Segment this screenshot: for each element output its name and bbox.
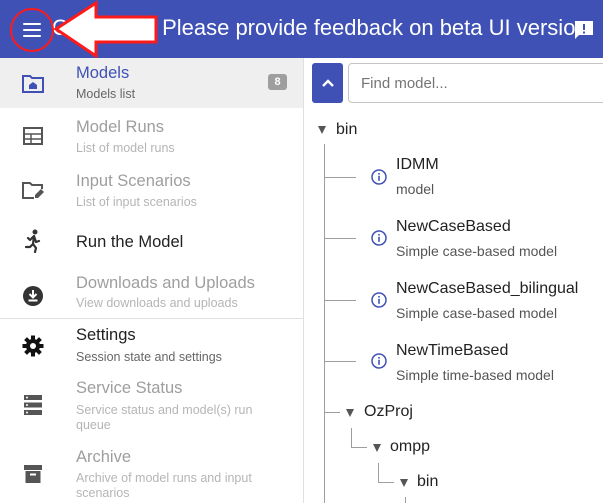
nav-item-title: Settings	[76, 326, 136, 344]
nav-item-subtitle: List of input scenarios	[76, 195, 197, 209]
tree-connector	[324, 300, 356, 301]
nav-item-title: Input Scenarios	[76, 172, 191, 190]
caret-down-icon[interactable]	[318, 126, 326, 134]
chevron-up-icon	[321, 79, 334, 87]
info-icon[interactable]	[371, 230, 387, 246]
menu-button[interactable]	[10, 8, 54, 52]
collapse-tree-button[interactable]	[312, 63, 343, 103]
nav-item-title: Models	[76, 64, 130, 82]
tree-connector	[324, 238, 356, 239]
model-name[interactable]: IDMM	[396, 156, 439, 174]
models-icon	[22, 72, 44, 94]
nav-item-model-runs[interactable]: Model Runs List of model runs	[0, 108, 303, 162]
model-name[interactable]: NewCaseBased	[396, 218, 511, 236]
annotation-arrow	[53, 0, 158, 58]
info-icon[interactable]	[371, 169, 387, 185]
tree-connector	[324, 177, 356, 178]
nav-item-title: Run the Model	[76, 233, 184, 251]
nav-item-subtitle: Archive of model runs and input scenario…	[76, 471, 252, 500]
tree-folder-ozproj[interactable]: OzProj	[364, 403, 413, 421]
tree-guide-line	[351, 428, 352, 448]
model-name[interactable]: NewTimeBased	[396, 342, 508, 360]
nav-item-service-status[interactable]: Service Status Service status and model(…	[0, 373, 303, 441]
tree-folder-bin[interactable]: bin	[336, 121, 357, 139]
nav-item-subtitle: View downloads and uploads	[76, 296, 238, 310]
caret-down-icon[interactable]	[400, 479, 408, 487]
gear-icon	[22, 335, 44, 357]
nav-drawer: Models Models list 8 Model Runs List of …	[0, 58, 304, 503]
model-name[interactable]: NewCaseBased_bilingual	[396, 280, 578, 298]
nav-item-archive[interactable]: Archive Archive of model runs and input …	[0, 441, 303, 503]
info-icon[interactable]	[371, 353, 387, 369]
model-description: Simple time-based model	[396, 367, 554, 383]
run-icon	[22, 229, 44, 253]
tree-connector	[324, 361, 356, 362]
edit-folder-icon	[22, 179, 44, 201]
nav-item-title: Service Status	[76, 379, 183, 397]
models-count-badge: 8	[268, 74, 287, 90]
nav-item-models[interactable]: Models Models list 8	[0, 58, 303, 108]
nav-item-run-the-model[interactable]: Run the Model	[0, 216, 303, 270]
nav-item-settings[interactable]: Settings Session state and settings	[0, 319, 303, 373]
find-model-input[interactable]	[348, 63, 603, 103]
tree-folder-ompp[interactable]: ompp	[390, 438, 430, 456]
archive-icon	[22, 463, 44, 485]
info-icon[interactable]	[371, 292, 387, 308]
model-description: Simple case-based model	[396, 243, 558, 259]
tree-guide-line	[378, 463, 379, 483]
nav-item-subtitle: Session state and settings	[76, 350, 222, 364]
tree-connector	[378, 482, 394, 483]
server-icon	[22, 394, 44, 416]
feedback-icon[interactable]	[572, 18, 596, 42]
tree-connector	[324, 412, 340, 413]
caret-down-icon[interactable]	[373, 444, 381, 452]
download-icon	[22, 285, 44, 307]
tree-guide-line	[405, 497, 406, 503]
tree-folder-bin-nested[interactable]: bin	[417, 473, 438, 491]
nav-item-downloads-uploads[interactable]: Downloads and Uploads View downloads and…	[0, 270, 303, 322]
app-header: OpenM++: Please provide feedback on beta…	[0, 0, 603, 58]
nav-item-title: Archive	[76, 448, 132, 466]
nav-item-subtitle: List of model runs	[76, 141, 175, 155]
menu-icon	[23, 23, 41, 37]
model-description: Simple case-based model	[396, 305, 558, 321]
model-description: model	[396, 181, 435, 197]
caret-down-icon[interactable]	[346, 409, 354, 417]
tree-guide-line	[324, 144, 325, 503]
table-icon	[22, 125, 44, 147]
nav-item-input-scenarios[interactable]: Input Scenarios List of input scenarios	[0, 162, 303, 216]
nav-item-title: Downloads and Uploads	[76, 274, 255, 292]
nav-item-title: Model Runs	[76, 118, 165, 136]
nav-item-subtitle: Models list	[76, 87, 136, 101]
tree-connector	[351, 447, 367, 448]
nav-item-subtitle: Service status and model(s) run queue	[76, 403, 253, 432]
